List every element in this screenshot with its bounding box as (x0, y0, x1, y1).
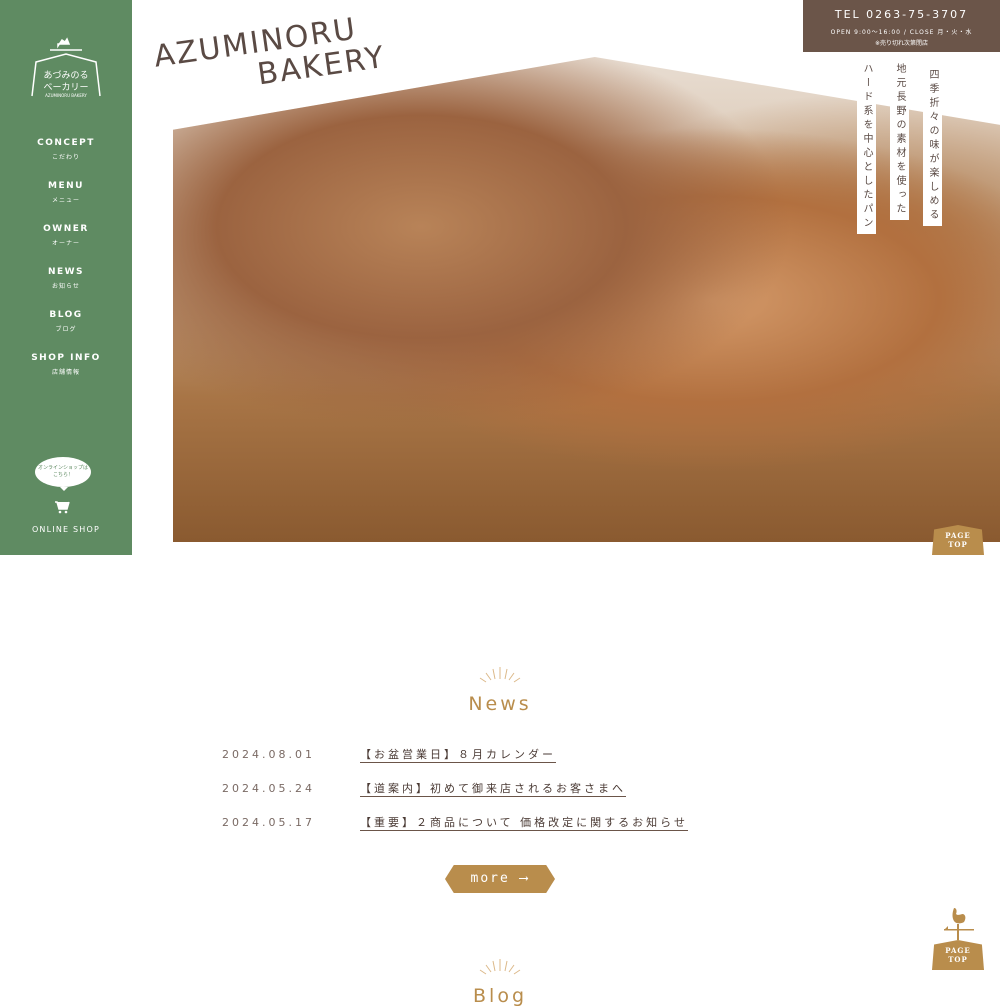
logo-sub: AZUMINORU BAKERY (45, 93, 87, 98)
hero-copy-1: 四季折々の味が楽しめる (923, 66, 942, 226)
news-link[interactable]: 【お盆営業日】８月カレンダー (360, 748, 556, 763)
nav-sublabel: お知らせ (52, 283, 80, 290)
nav-label: NEWS (47, 267, 85, 277)
nav-owner[interactable]: OWNER オーナー (0, 224, 132, 267)
more-label: more (470, 871, 510, 886)
nav-sublabel: オーナー (51, 240, 80, 247)
nav-shop-info[interactable]: SHOP INFO 店舗情報 (0, 353, 132, 396)
nav-label: SHOP INFO (31, 353, 101, 363)
news-item: 2024.05.17 【重要】２商品について 価格改定に関するお知らせ (222, 814, 688, 831)
page-top-line1: PAGE (945, 946, 971, 955)
nav-blog[interactable]: BLOG ブログ (0, 310, 132, 353)
hours-note: ※売り切れ次第閉店 (874, 40, 929, 47)
news-date: 2024.05.24 (222, 782, 315, 795)
cart-icon[interactable] (54, 500, 70, 514)
contact-box: TEL 0263-75-3707 OPEN 9:00〜16:00 / CLOSE… (803, 0, 1000, 52)
logo-line2: ベーカリー (43, 83, 89, 93)
online-shop-link[interactable]: ONLINE SHOP (0, 525, 132, 534)
nav-label: BLOG (49, 310, 83, 320)
page-top-line2: TOP (948, 540, 968, 549)
sunburst-icon (479, 667, 521, 683)
nav-sublabel: こだわり (51, 154, 80, 161)
news-more-button[interactable]: more ⟶ (445, 865, 555, 893)
sidebar: あづみのる ベーカリー AZUMINORU BAKERY CONCEPT こだわり… (0, 0, 132, 555)
brand-logo: AZUMINORU BAKERY (152, 10, 388, 105)
nav-label: OWNER (43, 224, 89, 234)
rooster-weathervane-icon (944, 908, 974, 940)
hero-copy-3: ハード系を中心としたパン (857, 60, 876, 234)
tel-number[interactable]: TEL 0263-75-3707 (803, 8, 1000, 21)
nav-label: MENU (48, 181, 84, 191)
page-top-label: PAGE TOP (932, 525, 984, 555)
nav-concept[interactable]: CONCEPT こだわり (0, 138, 132, 181)
news-link[interactable]: 【道案内】初めて御来店されるお客さまへ (360, 782, 626, 797)
page-top-label: PAGE TOP (932, 940, 984, 970)
page-top-button[interactable]: PAGE TOP (930, 900, 986, 970)
news-link[interactable]: 【重要】２商品について 価格改定に関するお知らせ (360, 816, 688, 831)
nav-sublabel: 店舗情報 (51, 369, 80, 376)
main-nav: CONCEPT こだわり MENU メニュー OWNER オーナー NEWS お知らせ … (0, 138, 132, 396)
online-shop-bubble[interactable]: オンラインショップは こちら！ (35, 457, 91, 491)
page-top-line1: PAGE (945, 531, 971, 540)
nav-label: CONCEPT (37, 138, 95, 148)
logo[interactable]: あづみのる ベーカリー AZUMINORU BAKERY (30, 32, 102, 100)
nav-sublabel: ブログ (55, 326, 77, 333)
blog-title: Blog (473, 985, 527, 1007)
news-item: 2024.08.01 【お盆営業日】８月カレンダー (222, 746, 556, 763)
hero-copy-2: 地元長野の素材を使った (890, 60, 909, 220)
arrow-right-icon: ⟶ (519, 871, 530, 886)
news-date: 2024.08.01 (222, 748, 315, 761)
nav-sublabel: メニュー (51, 197, 80, 204)
news-item: 2024.05.24 【道案内】初めて御来店されるお客さまへ (222, 780, 626, 797)
sunburst-icon (479, 959, 521, 975)
page-top-line2: TOP (948, 955, 968, 964)
hours: OPEN 9:00〜16:00 / CLOSE 月・火・水 (830, 29, 973, 36)
nav-news[interactable]: NEWS お知らせ (0, 267, 132, 310)
news-date: 2024.05.17 (222, 816, 315, 829)
news-title: News (468, 693, 532, 715)
page-top-button-hero[interactable]: PAGE TOP (930, 485, 986, 555)
nav-menu[interactable]: MENU メニュー (0, 181, 132, 224)
